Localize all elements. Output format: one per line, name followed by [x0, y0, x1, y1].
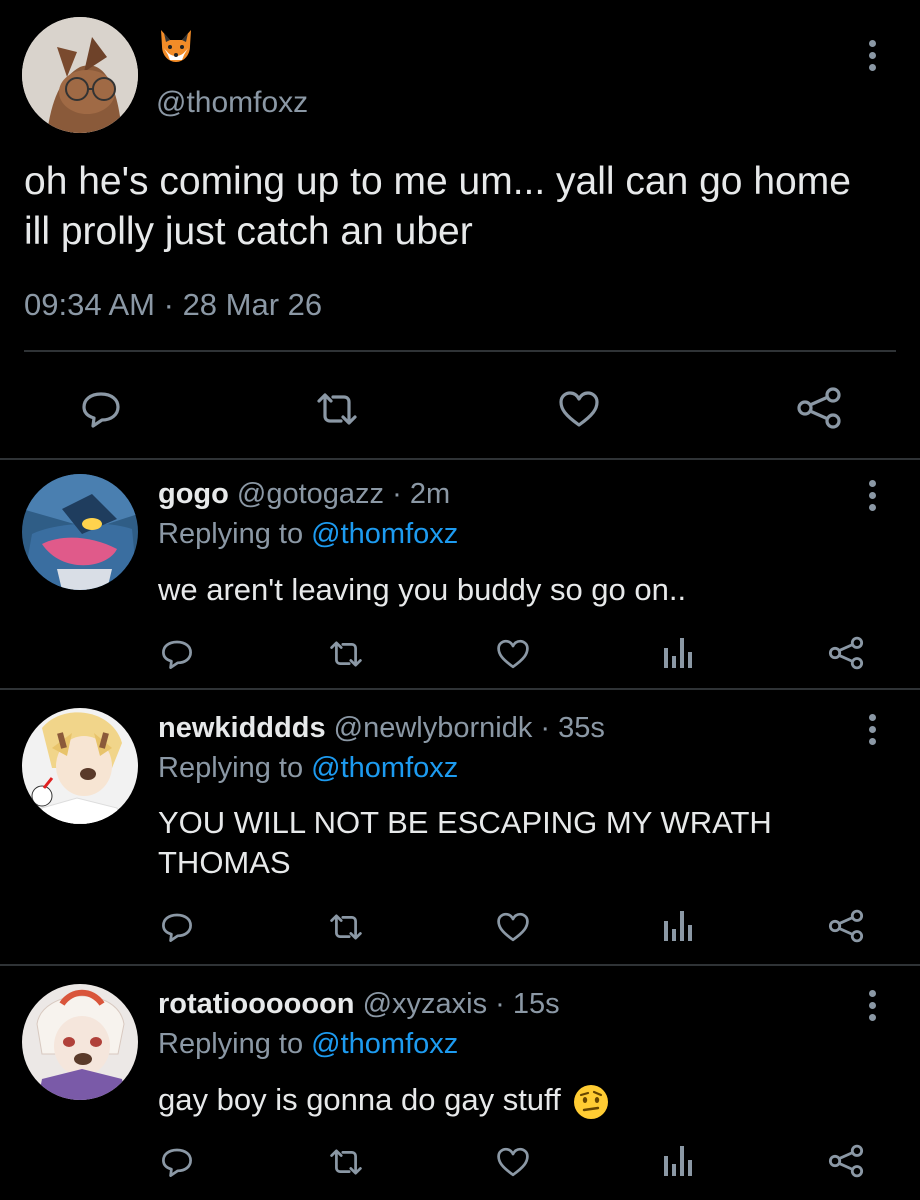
replying-to-link[interactable]: @thomfoxz	[311, 1028, 458, 1060]
analytics-icon[interactable]	[662, 1144, 694, 1178]
reply-icon[interactable]	[160, 638, 194, 670]
retweet-icon[interactable]	[328, 1146, 364, 1178]
like-icon[interactable]	[495, 1146, 531, 1178]
replying-prefix: Replying to	[158, 752, 304, 784]
share-icon[interactable]	[796, 387, 842, 429]
reply-icon[interactable]	[160, 911, 194, 943]
reply-icon[interactable]	[80, 389, 122, 429]
like-icon[interactable]	[557, 389, 601, 429]
avatar[interactable]	[22, 708, 138, 824]
display-name[interactable]: gogo	[158, 478, 229, 510]
reply-text-content: gay boy is gonna do gay stuff	[158, 1082, 561, 1117]
more-icon[interactable]	[868, 480, 876, 511]
avatar[interactable]	[22, 984, 138, 1100]
reply-header: newkidddds @newlybornidk · 35s	[158, 711, 605, 745]
user-handle[interactable]: @gotogazz	[237, 478, 384, 510]
reply-text: we aren't leaving you buddy so go on..	[158, 572, 687, 607]
more-icon[interactable]	[868, 40, 876, 71]
raised-eyebrow-emoji	[573, 1084, 609, 1120]
user-handle[interactable]: @newlybornidk	[334, 712, 533, 744]
replying-to: Replying to @thomfoxz	[158, 517, 458, 551]
analytics-icon[interactable]	[662, 909, 694, 943]
tweet-date: 28 Mar 26	[182, 287, 323, 322]
retweet-icon[interactable]	[328, 638, 364, 670]
share-icon[interactable]	[828, 909, 864, 943]
analytics-icon[interactable]	[662, 636, 694, 670]
display-name[interactable]: rotatioooooon	[158, 988, 355, 1020]
divider	[0, 688, 920, 690]
replying-prefix: Replying to	[158, 1028, 304, 1060]
user-handle[interactable]: @xyzaxis	[363, 988, 488, 1020]
reply-time: 35s	[558, 712, 605, 744]
separator: ·	[540, 712, 551, 744]
more-icon[interactable]	[868, 990, 876, 1021]
reply-text: YOU WILL NOT BE ESCAPING MY WRATH THOMAS	[158, 805, 772, 880]
reply-time: 2m	[409, 478, 451, 510]
tweet-time: 09:34 AM	[24, 287, 155, 322]
retweet-icon[interactable]	[315, 389, 359, 429]
more-icon[interactable]	[868, 714, 876, 745]
display-name[interactable]: newkidddds	[158, 712, 326, 744]
retweet-icon[interactable]	[328, 911, 364, 943]
divider	[24, 350, 896, 352]
separator: ·	[392, 478, 402, 510]
reply-icon[interactable]	[160, 1146, 194, 1178]
replying-to: Replying to @thomfoxz	[158, 1027, 458, 1061]
reply-time: 15s	[512, 988, 560, 1020]
reply-header: gogo @gotogazz · 2m	[158, 477, 450, 511]
separator: ·	[495, 988, 505, 1020]
replying-prefix: Replying to	[158, 518, 304, 550]
replying-to-link[interactable]: @thomfoxz	[311, 752, 458, 784]
like-icon[interactable]	[495, 911, 531, 943]
avatar[interactable]	[22, 474, 138, 590]
tweet-text: oh he's coming up to me um... yall can g…	[24, 160, 851, 253]
avatar[interactable]	[22, 17, 138, 133]
tweet-timestamp: 09:34 AM · 28 Mar 26	[24, 287, 322, 323]
reply-text: gay boy is gonna do gay stuff	[158, 1080, 858, 1120]
like-icon[interactable]	[495, 638, 531, 670]
replying-to: Replying to @thomfoxz	[158, 751, 458, 785]
main-handle[interactable]: @thomfoxz	[156, 85, 308, 121]
fox-emoji	[156, 26, 196, 66]
share-icon[interactable]	[828, 636, 864, 670]
reply-header: rotatioooooon @xyzaxis · 15s	[158, 987, 560, 1021]
divider	[0, 458, 920, 460]
divider	[0, 964, 920, 966]
share-icon[interactable]	[828, 1144, 864, 1178]
separator: ·	[163, 287, 174, 322]
replying-to-link[interactable]: @thomfoxz	[311, 518, 458, 550]
